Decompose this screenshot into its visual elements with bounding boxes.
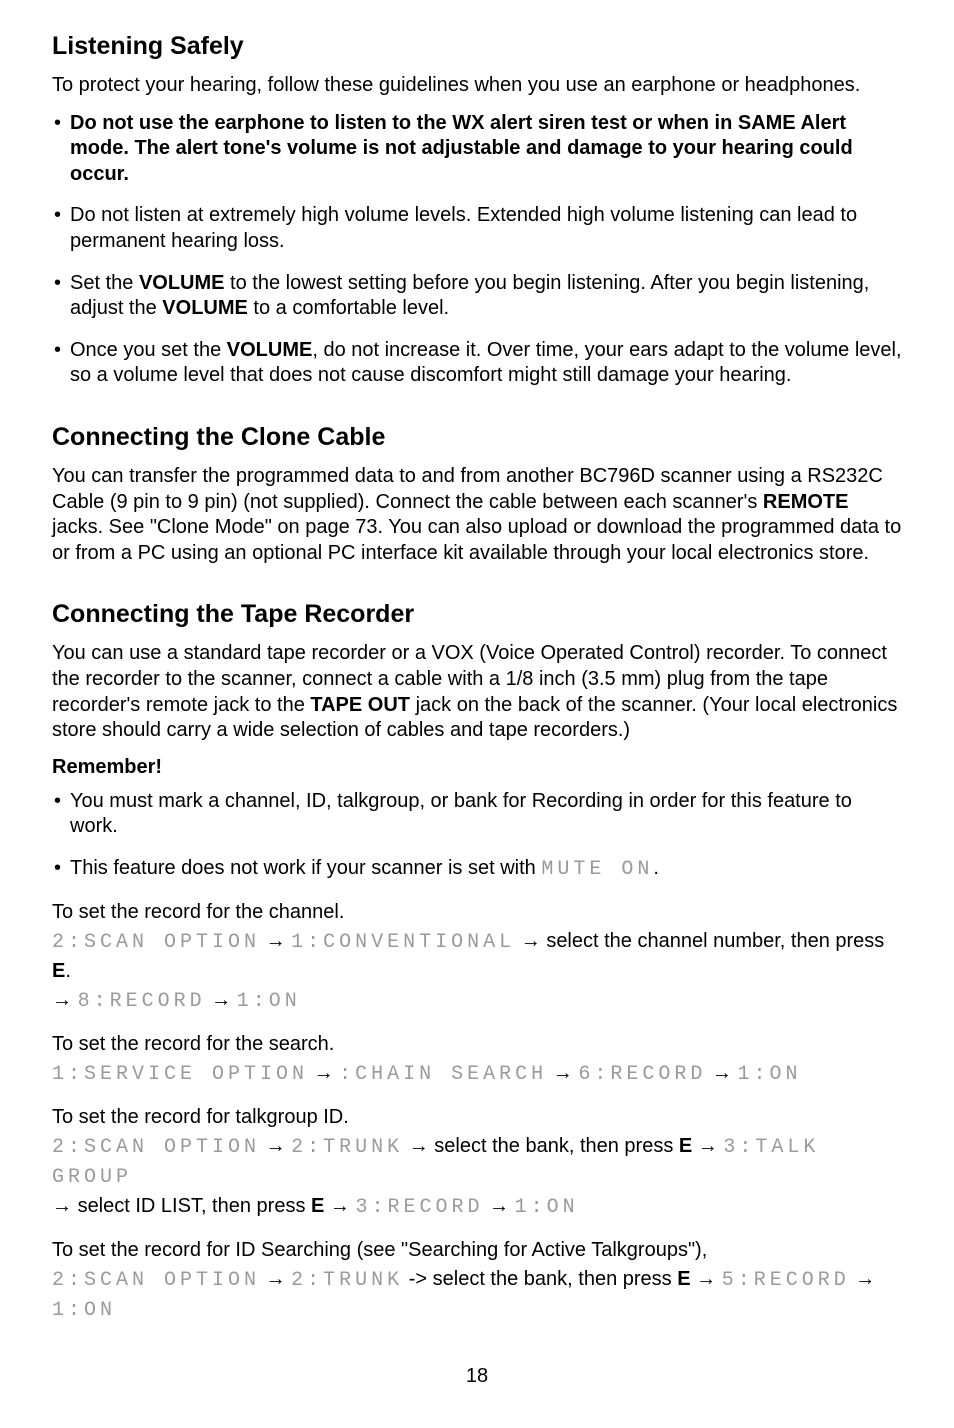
step-text: select the channel number, then press xyxy=(546,930,884,952)
paragraph-text: You can transfer the programmed data to … xyxy=(52,465,883,513)
volume-label: VOLUME xyxy=(162,297,248,319)
step-text: . xyxy=(65,960,71,982)
arrow-icon: → xyxy=(409,1135,429,1157)
step-text: select the bank, then press xyxy=(434,1135,679,1157)
lcd-text: 6:RECORD xyxy=(578,1063,706,1086)
lcd-text: 8:RECORD xyxy=(78,990,206,1013)
step-label: To set the record for the channel. xyxy=(52,901,344,923)
lcd-text: 1:ON xyxy=(52,1299,116,1322)
record-talkgroup-block: To set the record for talkgroup ID. 2:SC… xyxy=(52,1103,902,1222)
key-e: E xyxy=(311,1195,324,1217)
arrow-icon: → xyxy=(211,989,231,1011)
lcd-text: 1:SERVICE OPTION xyxy=(52,1063,308,1086)
key-e: E xyxy=(679,1135,692,1157)
key-e: E xyxy=(52,960,65,982)
page-number: 18 xyxy=(52,1365,902,1388)
lcd-text: :CHAIN SEARCH xyxy=(339,1063,547,1086)
arrow-icon: → xyxy=(698,1135,718,1157)
record-search-block: To set the record for the search. 1:SERV… xyxy=(52,1030,902,1089)
key-e: E xyxy=(677,1268,690,1290)
list-text: . xyxy=(653,857,659,879)
lcd-text: 1:ON xyxy=(515,1196,579,1219)
list-item: Set the VOLUME to the lowest setting bef… xyxy=(52,271,902,322)
record-channel-block: To set the record for the channel. 2:SCA… xyxy=(52,898,902,1016)
list-text: This feature does not work if your scann… xyxy=(70,857,541,879)
list-text: You must mark a channel, ID, talkgroup, … xyxy=(70,790,852,838)
lcd-text: 2:SCAN OPTION xyxy=(52,1269,260,1292)
lcd-text: 3:RECORD xyxy=(355,1196,483,1219)
document-page: Listening Safely To protect your hearing… xyxy=(0,0,954,1428)
lcd-text: 2:TRUNK xyxy=(291,1136,403,1159)
paragraph-text: jacks. See "Clone Mode" on page 73. You … xyxy=(52,516,901,564)
heading-tape-recorder: Connecting the Tape Recorder xyxy=(52,600,902,629)
arrow-icon: → xyxy=(696,1268,716,1290)
remember-heading: Remember! xyxy=(52,756,902,779)
arrow-icon: → xyxy=(553,1062,573,1084)
heading-clone-cable: Connecting the Clone Cable xyxy=(52,423,902,452)
remote-label: REMOTE xyxy=(763,491,849,513)
guidelines-list: Do not use the earphone to listen to the… xyxy=(52,111,902,389)
step-text: select ID LIST, then press xyxy=(78,1195,311,1217)
arrow-icon: → xyxy=(314,1062,334,1084)
arrow-icon: → xyxy=(855,1268,875,1290)
lcd-text: 2:SCAN OPTION xyxy=(52,1136,260,1159)
list-text: Set the xyxy=(70,272,139,294)
list-item: Do not use the earphone to listen to the… xyxy=(52,111,902,188)
record-idsearching-block: To set the record for ID Searching (see … xyxy=(52,1236,902,1325)
arrow-icon: → xyxy=(521,930,541,952)
arrow-icon: → xyxy=(52,1195,72,1217)
list-text: Do not listen at extremely high volume l… xyxy=(70,204,857,252)
volume-label: VOLUME xyxy=(227,339,313,361)
lcd-text: 1:CONVENTIONAL xyxy=(291,931,515,954)
clone-paragraph: You can transfer the programmed data to … xyxy=(52,464,902,566)
arrow-icon: → xyxy=(266,1268,286,1290)
list-text: to a comfortable level. xyxy=(248,297,449,319)
tape-paragraph: You can use a standard tape recorder or … xyxy=(52,641,902,743)
step-text: -> select the bank, then press xyxy=(409,1268,678,1290)
lcd-text: 5:RECORD xyxy=(722,1269,850,1292)
step-label: To set the record for the search. xyxy=(52,1033,334,1055)
step-label: To set the record for talkgroup ID. xyxy=(52,1106,349,1128)
lcd-text: 1:ON xyxy=(237,990,301,1013)
arrow-icon: → xyxy=(266,1135,286,1157)
volume-label: VOLUME xyxy=(139,272,225,294)
lcd-text: 2:TRUNK xyxy=(291,1269,403,1292)
lcd-text: 2:SCAN OPTION xyxy=(52,931,260,954)
tapeout-label: TAPE OUT xyxy=(310,694,410,716)
list-text: Once you set the xyxy=(70,339,227,361)
list-item: You must mark a channel, ID, talkgroup, … xyxy=(52,789,902,840)
arrow-icon: → xyxy=(266,930,286,952)
list-item: Once you set the VOLUME, do not increase… xyxy=(52,338,902,389)
list-item: This feature does not work if your scann… xyxy=(52,856,902,883)
list-item: Do not listen at extremely high volume l… xyxy=(52,203,902,254)
remember-list: You must mark a channel, ID, talkgroup, … xyxy=(52,789,902,883)
lcd-text: 1:ON xyxy=(737,1063,801,1086)
step-label: To set the record for ID Searching (see … xyxy=(52,1239,707,1261)
arrow-icon: → xyxy=(330,1195,350,1217)
list-text: Do not use the earphone to listen to the… xyxy=(70,112,853,185)
intro-paragraph: To protect your hearing, follow these gu… xyxy=(52,73,902,99)
arrow-icon: → xyxy=(712,1062,732,1084)
arrow-icon: → xyxy=(52,989,72,1011)
heading-listening-safely: Listening Safely xyxy=(52,32,902,61)
lcd-text-mute-on: MUTE ON xyxy=(541,858,653,881)
arrow-icon: → xyxy=(489,1195,509,1217)
